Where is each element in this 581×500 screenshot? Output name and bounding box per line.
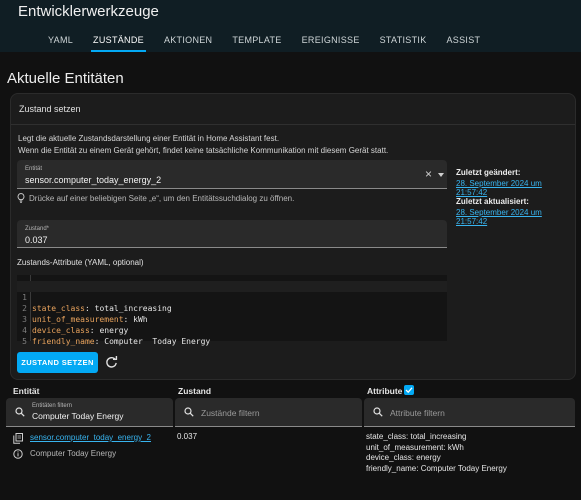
search-icon [15,407,25,417]
code-line[interactable]: 4 friendly_name: Computer Today Energy [17,314,447,346]
entity-filter-label: Entitäten filtern [32,403,73,409]
state-field-label: Zustand* [25,226,50,232]
copy-icon[interactable] [13,433,23,444]
code-line[interactable]: 3 device_class: energy [17,303,447,335]
set-state-button[interactable]: ZUSTAND SETZEN [17,352,98,373]
tab-yaml[interactable]: YAML [38,31,83,51]
attribute-line: unit_of_measurement: kWh [366,442,464,452]
line-number: 5 [22,337,27,346]
info-icon[interactable] [13,449,23,459]
attribute-line: state_class: total_increasing [366,432,467,441]
entity-state-value: 0.037 [177,432,198,441]
yaml-editor[interactable]: 1 state_class: total_increasing 2 unit_o… [17,275,447,346]
last-changed: Zuletzt geändert: 28. September 2024 um … [456,168,575,197]
last-updated-label: Zuletzt aktualisiert: [456,197,529,206]
description-line-2: Wenn die Entität zu einem Gerät gehört, … [18,146,389,155]
last-updated-value[interactable]: 28. September 2024 um 21:57:42 [456,208,575,226]
tab-actions[interactable]: AKTIONEN [154,31,222,51]
tab-statistics[interactable]: STATISTIK [370,31,437,51]
caret-down-icon[interactable] [438,173,444,177]
card-divider [11,124,575,125]
set-state-card: Zustand setzen Legt die aktuelle Zustand… [10,93,576,380]
column-header-entity[interactable]: Entität [13,386,39,396]
last-changed-label: Zuletzt geändert: [456,168,521,177]
code-line[interactable]: 2 unit_of_measurement: kWh [17,292,447,324]
search-hint: Drücke auf einer beliebigen Seite „e“, u… [17,193,294,203]
entity-filter-value[interactable]: Computer Today Energy [32,411,124,421]
card-description: Legt die aktuelle Zustandsdarstellung ei… [18,133,458,157]
attribute-line: device_class: energy [366,453,441,462]
description-line-1: Legt die aktuelle Zustandsdarstellung ei… [18,134,280,143]
attribute-filter-placeholder: Attribute filtern [390,408,445,418]
entity-friendly-name: Computer Today Energy [30,449,117,458]
state-filter-placeholder: Zustände filtern [201,408,260,418]
entity-attributes: state_class: total_increasing unit_of_me… [366,432,507,474]
tab-events[interactable]: EREIGNISSE [292,31,370,51]
attribute-line: friendly_name: Computer Today Energy [366,463,507,473]
last-updated: Zuletzt aktualisiert: 28. September 2024… [456,197,575,226]
lightbulb-icon [17,193,25,203]
search-icon [373,407,383,417]
last-changed-value[interactable]: 28. September 2024 um 21:57:42 [456,179,575,197]
entity-filter-input[interactable]: Entitäten filtern Computer Today Energy [6,398,173,427]
tab-template[interactable]: TEMPLATE [222,31,291,51]
entity-field-value[interactable]: sensor.computer_today_energy_2 [25,175,161,185]
state-input[interactable]: Zustand* 0.037 [17,220,447,248]
entity-id-link[interactable]: sensor.computer_today_energy_2 [30,433,151,442]
app-title: Entwicklerwerkzeuge [18,3,159,20]
tab-bar: YAML ZUSTÄNDE AKTIONEN TEMPLATE EREIGNIS… [38,31,491,52]
refresh-icon[interactable] [105,356,118,369]
yaml-value: Computer Today Energy [99,337,211,346]
page-title: Aktuelle Entitäten [7,70,124,87]
top-app-bar: Entwicklerwerkzeuge YAML ZUSTÄNDE AKTION… [0,0,581,52]
card-title: Zustand setzen [19,104,81,114]
tab-assist[interactable]: ASSIST [437,31,491,51]
search-icon [184,407,194,417]
column-header-attributes: Attribute [367,386,403,396]
entity-picker[interactable]: Entität sensor.computer_today_energy_2 × [17,160,447,189]
entity-field-label: Entität [25,166,43,172]
clear-icon[interactable]: × [425,168,437,180]
tab-states[interactable]: ZUSTÄNDE [83,31,154,52]
state-filter-input[interactable]: Zustände filtern [175,398,362,427]
checkmark-icon [405,387,413,394]
attributes-checkbox[interactable] [404,385,414,395]
code-line[interactable]: 5 [17,325,447,346]
attribute-filter-input[interactable]: Attribute filtern [364,398,575,427]
attributes-yaml-label: Zustands-Attribute (YAML, optional) [17,258,144,267]
column-header-state[interactable]: Zustand [178,386,211,396]
search-hint-text: Drücke auf einer beliebigen Seite „e“, u… [29,193,295,203]
code-line[interactable]: 1 state_class: total_increasing [17,281,447,313]
state-field-value[interactable]: 0.037 [25,235,48,245]
